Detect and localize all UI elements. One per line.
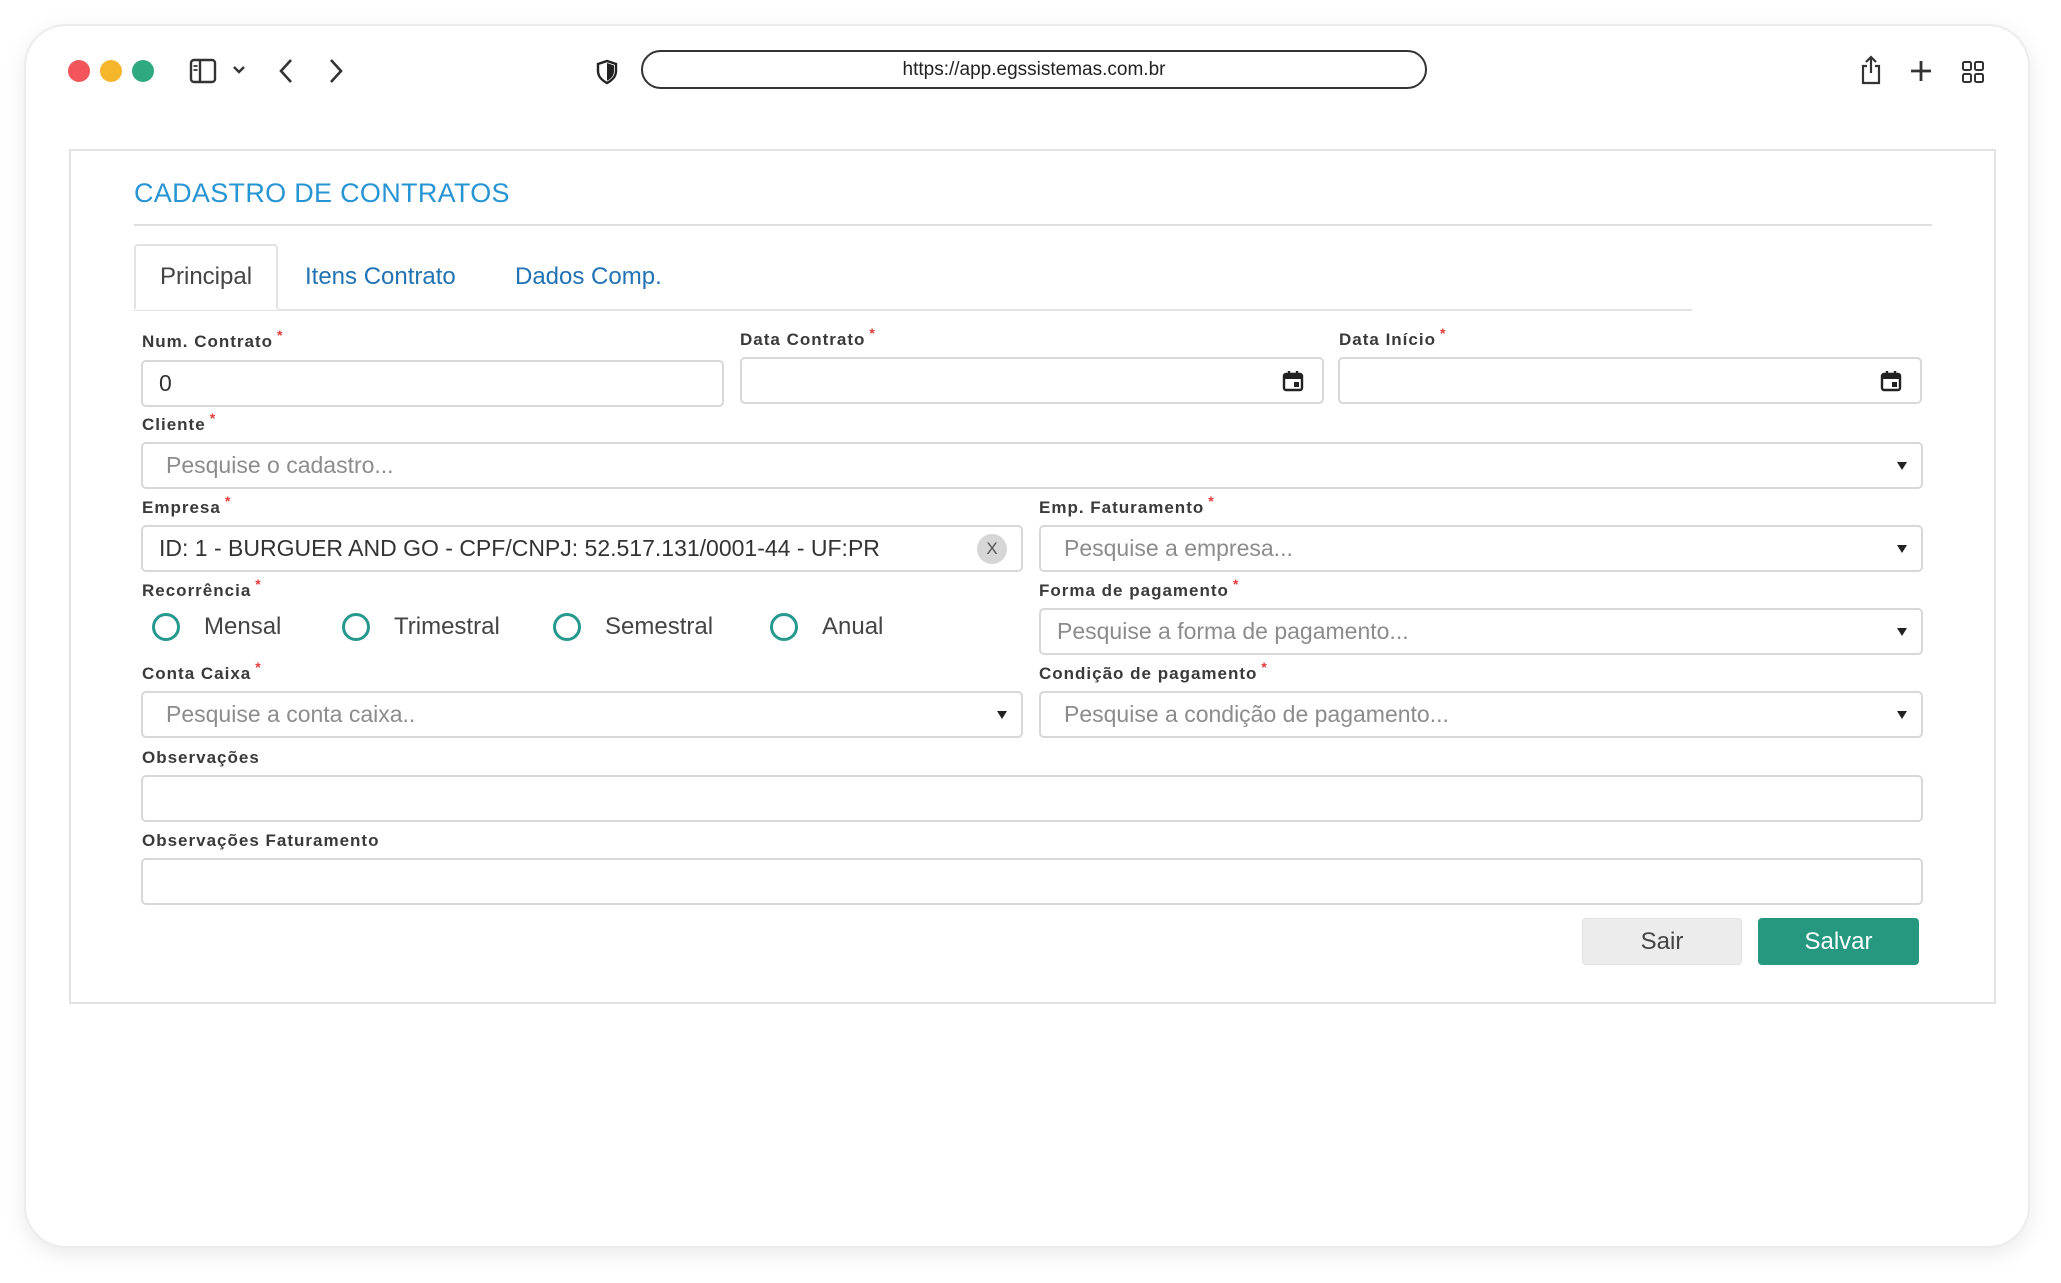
close-window-button[interactable] xyxy=(68,60,90,82)
recorrencia-label: Recorrência * xyxy=(142,576,262,600)
forward-icon[interactable] xyxy=(326,56,346,86)
required-mark: * xyxy=(869,325,876,341)
clear-selection-icon[interactable]: X xyxy=(977,533,1007,564)
new-tab-icon[interactable] xyxy=(1908,58,1934,84)
salvar-button[interactable]: Salvar xyxy=(1758,918,1919,965)
caret-down-icon xyxy=(1897,544,1907,553)
condicao-pagamento-select[interactable]: Pesquise a condição de pagamento... xyxy=(1039,691,1923,738)
radio-mensal[interactable]: Mensal xyxy=(152,613,281,641)
radio-circle-icon xyxy=(553,613,581,641)
radio-semestral[interactable]: Semestral xyxy=(553,613,713,641)
minimize-window-button[interactable] xyxy=(100,60,122,82)
url-text: https://app.egssistemas.com.br xyxy=(902,58,1166,80)
conta-caixa-placeholder: Pesquise a conta caixa.. xyxy=(166,701,416,727)
maximize-window-button[interactable] xyxy=(132,60,154,82)
caret-down-icon xyxy=(1897,627,1907,636)
cliente-select[interactable]: Pesquise o cadastro... xyxy=(141,442,1923,489)
radio-semestral-label: Semestral xyxy=(605,613,714,640)
required-mark: * xyxy=(1439,325,1447,341)
cliente-label: Cliente * xyxy=(142,410,217,434)
shield-icon xyxy=(594,58,620,86)
tab-itens-contrato[interactable]: Itens Contrato xyxy=(305,244,456,310)
required-mark: * xyxy=(1261,659,1268,675)
num-contrato-input[interactable]: 0 xyxy=(141,360,724,407)
observacoes-faturamento-input[interactable] xyxy=(141,858,1923,905)
required-mark: * xyxy=(224,493,232,509)
required-mark: * xyxy=(1232,576,1240,592)
page-title: CADASTRO DE CONTRATOS xyxy=(134,178,510,208)
back-icon[interactable] xyxy=(276,56,296,86)
emp-faturamento-label: Emp. Faturamento * xyxy=(1039,493,1215,517)
chevron-down-icon[interactable] xyxy=(231,62,247,78)
empresa-value: ID: 1 - BURGUER AND GO - CPF/CNPJ: 52.51… xyxy=(159,535,880,561)
forma-pagamento-placeholder: Pesquise a forma de pagamento... xyxy=(1057,618,1409,644)
data-contrato-label: Data Contrato * xyxy=(740,325,876,349)
emp-faturamento-placeholder: Pesquise a empresa... xyxy=(1064,535,1293,561)
empresa-select[interactable]: ID: 1 - BURGUER AND GO - CPF/CNPJ: 52.51… xyxy=(141,525,1023,572)
radio-circle-icon xyxy=(152,613,180,641)
required-mark: * xyxy=(255,576,262,592)
calendar-icon[interactable] xyxy=(1880,370,1902,392)
observacoes-input[interactable] xyxy=(141,775,1923,822)
radio-mensal-label: Mensal xyxy=(204,613,282,640)
data-inicio-label: Data Início * xyxy=(1339,325,1447,349)
radio-circle-icon xyxy=(770,613,798,641)
empresa-label: Empresa * xyxy=(142,493,232,517)
forma-pagamento-select[interactable]: Pesquise a forma de pagamento... xyxy=(1039,608,1923,655)
radio-trimestral[interactable]: Trimestral xyxy=(342,613,500,641)
forma-pagamento-label: Forma de pagamento * xyxy=(1039,576,1240,600)
conta-caixa-select[interactable]: Pesquise a conta caixa.. xyxy=(141,691,1023,738)
required-mark: * xyxy=(209,410,217,426)
radio-anual-label: Anual xyxy=(822,613,884,640)
conta-caixa-label: Conta Caixa * xyxy=(142,659,262,683)
num-contrato-label: Num. Contrato * xyxy=(142,327,284,351)
num-contrato-value: 0 xyxy=(159,370,172,396)
sidebar-icon[interactable] xyxy=(188,57,218,85)
calendar-icon[interactable] xyxy=(1282,370,1304,392)
required-mark: * xyxy=(1208,493,1215,509)
data-contrato-input[interactable] xyxy=(740,357,1324,404)
required-mark: * xyxy=(255,659,262,675)
sair-button[interactable]: Sair xyxy=(1582,918,1742,965)
observacoes-faturamento-label: Observações Faturamento xyxy=(142,831,380,850)
required-mark: * xyxy=(277,327,284,343)
caret-down-icon xyxy=(1897,461,1907,470)
caret-down-icon xyxy=(1897,710,1907,719)
radio-trimestral-label: Trimestral xyxy=(394,613,500,640)
tab-dados-comp[interactable]: Dados Comp. xyxy=(515,244,662,310)
cliente-placeholder: Pesquise o cadastro... xyxy=(166,452,394,478)
address-bar[interactable]: https://app.egssistemas.com.br xyxy=(641,50,1427,89)
condicao-pagamento-placeholder: Pesquise a condição de pagamento... xyxy=(1064,701,1449,727)
radio-anual[interactable]: Anual xyxy=(770,613,883,641)
observacoes-label: Observações xyxy=(142,748,260,767)
condicao-pagamento-label: Condição de pagamento * xyxy=(1039,659,1268,683)
tab-overview-icon[interactable] xyxy=(1960,59,1986,85)
tab-principal[interactable]: Principal xyxy=(134,244,279,310)
share-icon[interactable] xyxy=(1858,53,1884,87)
emp-faturamento-select[interactable]: Pesquise a empresa... xyxy=(1039,525,1923,572)
radio-circle-icon xyxy=(342,613,370,641)
caret-down-icon xyxy=(997,710,1007,719)
title-divider xyxy=(134,224,1932,226)
data-inicio-input[interactable] xyxy=(1338,357,1922,404)
